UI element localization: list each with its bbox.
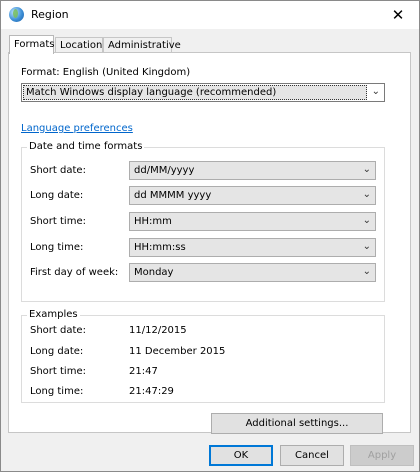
first-day-of-week-dropdown[interactable]: Monday ⌄ bbox=[129, 263, 376, 282]
example-long-date-value: 11 December 2015 bbox=[129, 346, 226, 357]
long-date-label: Long date: bbox=[30, 190, 84, 201]
example-short-date-label: Short date: bbox=[30, 325, 86, 336]
formats-panel: Format: English (United Kingdom) Match W… bbox=[8, 52, 411, 434]
date-time-formats-group: Date and time formats Short date: dd/MM/… bbox=[21, 141, 385, 302]
title-bar: Region ✕ bbox=[1, 1, 419, 29]
short-time-label: Short time: bbox=[30, 216, 86, 227]
apply-button[interactable]: Apply bbox=[350, 445, 414, 466]
examples-title: Examples bbox=[27, 309, 80, 320]
additional-settings-button[interactable]: Additional settings... bbox=[211, 413, 383, 434]
tab-administrative[interactable]: Administrative bbox=[103, 37, 181, 52]
long-time-dropdown[interactable]: HH:mm:ss ⌄ bbox=[129, 238, 376, 257]
example-long-date-label: Long date: bbox=[30, 346, 84, 357]
chevron-down-icon: ⌄ bbox=[362, 241, 371, 252]
globe-icon bbox=[9, 7, 24, 22]
example-long-time-value: 21:47:29 bbox=[129, 386, 174, 397]
long-time-value: HH:mm:ss bbox=[134, 242, 186, 253]
chevron-down-icon: ⌄ bbox=[362, 215, 371, 226]
short-time-dropdown[interactable]: HH:mm ⌄ bbox=[129, 212, 376, 231]
first-day-of-week-label: First day of week: bbox=[30, 267, 119, 278]
format-label: Format: English (United Kingdom) bbox=[21, 67, 191, 78]
tab-location[interactable]: Location bbox=[55, 37, 103, 52]
chevron-down-icon: ⌄ bbox=[371, 86, 380, 97]
format-dropdown-value: Match Windows display language (recommen… bbox=[26, 87, 277, 98]
chevron-down-icon: ⌄ bbox=[362, 189, 371, 200]
close-button[interactable]: ✕ bbox=[377, 1, 419, 29]
ok-button[interactable]: OK bbox=[209, 445, 273, 466]
short-time-value: HH:mm bbox=[134, 216, 172, 227]
date-time-formats-title: Date and time formats bbox=[27, 141, 145, 152]
language-preferences-link[interactable]: Language preferences bbox=[21, 123, 133, 134]
first-day-of-week-value: Monday bbox=[134, 267, 174, 278]
chevron-down-icon: ⌄ bbox=[362, 266, 371, 277]
short-date-label: Short date: bbox=[30, 165, 86, 176]
short-date-dropdown[interactable]: dd/MM/yyyy ⌄ bbox=[129, 161, 376, 180]
example-short-date-value: 11/12/2015 bbox=[129, 325, 187, 336]
long-date-dropdown[interactable]: dd MMMM yyyy ⌄ bbox=[129, 186, 376, 205]
cancel-button[interactable]: Cancel bbox=[280, 445, 344, 466]
tab-formats[interactable]: Formats bbox=[9, 35, 54, 54]
example-short-time-value: 21:47 bbox=[129, 366, 158, 377]
format-dropdown[interactable]: Match Windows display language (recommen… bbox=[21, 83, 385, 102]
window-title: Region bbox=[31, 8, 69, 21]
example-long-time-label: Long time: bbox=[30, 386, 84, 397]
short-date-value: dd/MM/yyyy bbox=[134, 165, 195, 176]
long-time-label: Long time: bbox=[30, 242, 84, 253]
region-dialog: Region ✕ Formats Location Administrative… bbox=[0, 0, 420, 472]
examples-group: Examples Short date: 11/12/2015 Long dat… bbox=[21, 309, 385, 403]
long-date-value: dd MMMM yyyy bbox=[134, 190, 212, 201]
example-short-time-label: Short time: bbox=[30, 366, 86, 377]
chevron-down-icon: ⌄ bbox=[362, 164, 371, 175]
